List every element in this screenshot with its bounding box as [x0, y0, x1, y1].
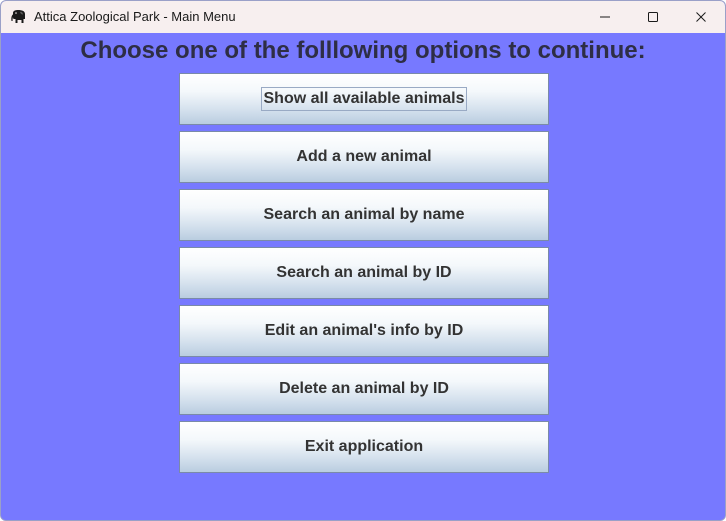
- minimize-button[interactable]: [581, 1, 629, 33]
- button-label: Add a new animal: [296, 148, 432, 165]
- close-button[interactable]: [677, 1, 725, 33]
- title-bar[interactable]: Attica Zoological Park - Main Menu: [1, 1, 725, 33]
- button-label: Show all available animals: [260, 87, 468, 111]
- button-label: Edit an animal's info by ID: [264, 322, 464, 339]
- app-window: Attica Zoological Park - Main Menu Choos…: [0, 0, 726, 521]
- search-by-name-button[interactable]: Search an animal by name: [179, 189, 549, 241]
- maximize-icon: [648, 12, 658, 22]
- exit-application-button[interactable]: Exit application: [179, 421, 549, 473]
- main-panel: Choose one of the folllowing options to …: [1, 33, 725, 520]
- show-all-animals-button[interactable]: Show all available animals: [179, 73, 549, 125]
- add-animal-button[interactable]: Add a new animal: [179, 131, 549, 183]
- button-label: Exit application: [304, 438, 424, 455]
- button-label: Search an animal by name: [263, 206, 465, 223]
- search-by-id-button[interactable]: Search an animal by ID: [179, 247, 549, 299]
- delete-animal-button[interactable]: Delete an animal by ID: [179, 363, 549, 415]
- page-heading: Choose one of the folllowing options to …: [80, 37, 646, 64]
- menu-button-list: Show all available animals Add a new ani…: [179, 73, 549, 479]
- close-icon: [696, 12, 706, 22]
- elephant-icon: [10, 9, 28, 25]
- maximize-button[interactable]: [629, 1, 677, 33]
- minimize-icon: [600, 16, 610, 18]
- button-label: Search an animal by ID: [276, 264, 452, 281]
- edit-animal-button[interactable]: Edit an animal's info by ID: [179, 305, 549, 357]
- button-label: Delete an animal by ID: [279, 380, 449, 397]
- window-title: Attica Zoological Park - Main Menu: [34, 9, 236, 24]
